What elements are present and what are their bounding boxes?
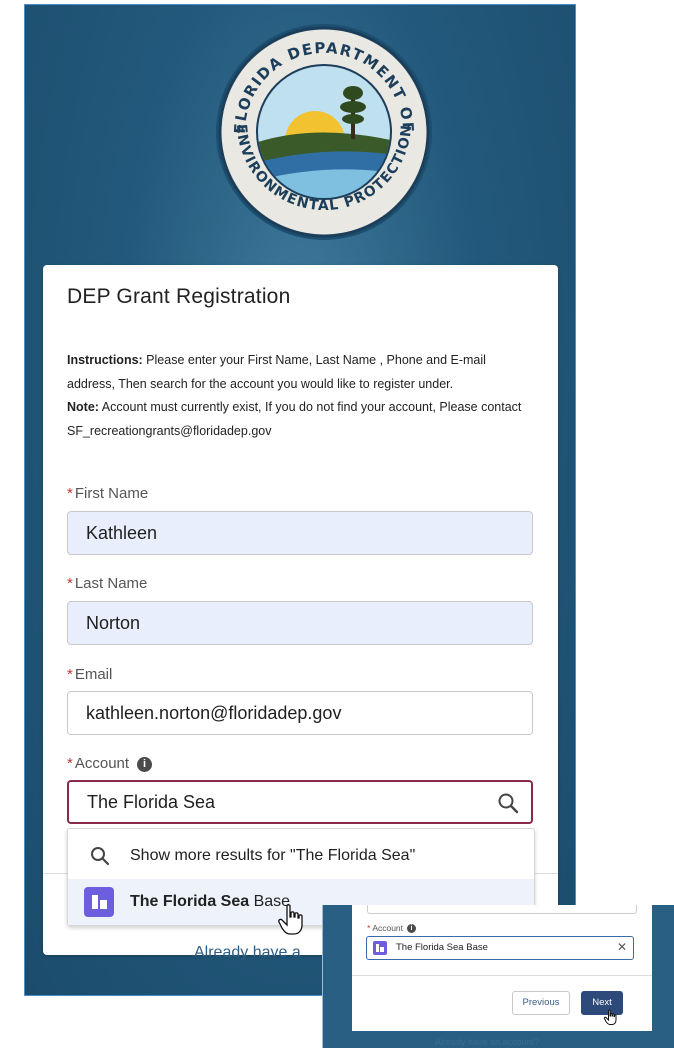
account-search-input[interactable]: The Florida Sea xyxy=(67,780,533,824)
first-name-value: Kathleen xyxy=(86,523,158,543)
page-title: DEP Grant Registration xyxy=(67,285,291,308)
pointer-hand-cursor-icon xyxy=(278,904,303,935)
email-field[interactable]: kathleen.norton@floridadep.gov xyxy=(67,691,533,735)
info-icon[interactable]: i xyxy=(137,756,153,772)
inset-already-have-account-link[interactable]: Already have an account? xyxy=(435,1037,539,1047)
required-marker: * xyxy=(67,755,73,772)
required-marker: * xyxy=(67,575,73,592)
already-have-account-link[interactable]: Already have a xyxy=(194,944,301,962)
inset-card: * Account i The Florida Sea Base ✕ Previou… xyxy=(352,905,652,1031)
account-search-value: The Florida Sea xyxy=(87,792,216,812)
pointer-hand-cursor-icon xyxy=(604,1009,617,1025)
previous-button[interactable]: Previous xyxy=(512,991,570,1015)
instructions-label: Instructions: xyxy=(67,353,143,367)
search-icon[interactable] xyxy=(497,792,519,814)
account-result-label: The Florida Sea Base xyxy=(130,893,291,910)
inset-zoom-panel: * Account i The Florida Sea Base ✕ Previou… xyxy=(322,905,674,1048)
last-name-value: Norton xyxy=(86,613,141,633)
last-name-field[interactable]: Norton xyxy=(67,601,533,645)
show-more-results-label: Show more results for "The Florida Sea" xyxy=(130,847,416,864)
inset-account-label: * Account i xyxy=(367,923,417,934)
last-name-label: * Last Name xyxy=(67,575,148,592)
first-name-field[interactable]: Kathleen xyxy=(67,511,533,555)
inset-account-value: The Florida Sea Base xyxy=(396,942,488,953)
search-icon xyxy=(91,847,110,866)
note-label: Note: xyxy=(67,400,99,414)
show-more-results-option[interactable]: Show more results for "The Florida Sea" xyxy=(68,833,534,879)
account-building-icon xyxy=(84,887,114,917)
clear-selection-icon[interactable]: ✕ xyxy=(617,940,627,954)
instructions-block: Instructions: Please enter your First Na… xyxy=(67,349,537,443)
florida-dep-seal-logo: FLORIDA DEPARTMENT OF ENVIRONMENTAL PROT… xyxy=(216,24,432,240)
required-marker: * xyxy=(67,485,73,502)
first-name-label: * First Name xyxy=(67,485,149,502)
account-label: * Account i xyxy=(67,755,153,772)
email-label: * Email xyxy=(67,666,113,683)
inset-previous-field-edge xyxy=(367,905,637,914)
email-value: kathleen.norton@floridadep.gov xyxy=(86,703,342,723)
required-marker: * xyxy=(67,666,73,683)
inset-account-selected-field[interactable]: The Florida Sea Base ✕ xyxy=(366,936,634,960)
note-text: Account must currently exist, If you do … xyxy=(67,400,522,438)
account-building-icon xyxy=(373,941,387,955)
inset-footer-divider xyxy=(352,975,652,976)
info-icon[interactable]: i xyxy=(407,924,417,934)
